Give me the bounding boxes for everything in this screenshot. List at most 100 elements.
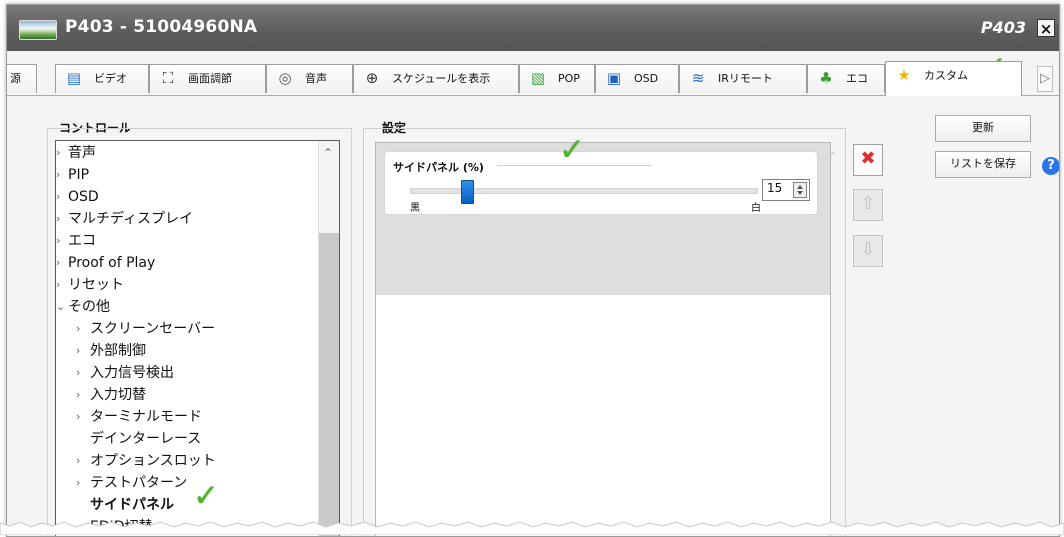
tab-label: エコ bbox=[846, 72, 868, 85]
star-icon: ★ bbox=[897, 66, 911, 84]
close-button[interactable]: × bbox=[1037, 19, 1055, 38]
tree-item-label: 外部制御 bbox=[90, 343, 146, 359]
eco-leaf-icon: ♣ bbox=[819, 69, 833, 87]
tab-schedule[interactable]: ⊕ スケジュールを表示 bbox=[353, 64, 519, 93]
tree-item[interactable]: › Proof of Play bbox=[56, 252, 155, 274]
tab-audio[interactable]: ◎ 音声 bbox=[266, 64, 353, 93]
monitor-logo-icon bbox=[19, 20, 57, 40]
tab-label: IRリモート bbox=[718, 72, 773, 85]
collapsed-chevron-icon[interactable]: › bbox=[76, 472, 88, 494]
tab-ir-remote[interactable]: ≋ IRリモート bbox=[679, 64, 807, 93]
collapsed-chevron-icon[interactable]: › bbox=[56, 230, 68, 252]
tab-custom[interactable]: ★ カスタム bbox=[885, 61, 1022, 96]
expanded-chevron-icon[interactable]: ⌄ bbox=[56, 296, 68, 318]
tree-item[interactable]: › 入力切替 bbox=[56, 384, 146, 406]
tree-item-label: リセット bbox=[68, 277, 124, 293]
tab-pop[interactable]: ▧ POP bbox=[519, 64, 595, 93]
tree-item[interactable]: › リセット bbox=[56, 274, 124, 296]
video-icon: ▤ bbox=[66, 69, 82, 87]
main-tabs: 源 ▤ ビデオ ⛶ 画面調節 ◎ 音声 ⊕ スケジュールを表示 ▧ POP ▣ … bbox=[7, 53, 1059, 96]
tree-item-label: スクリーンセーバー bbox=[90, 321, 216, 337]
slider-thumb[interactable] bbox=[461, 180, 474, 204]
tab-video[interactable]: ▤ ビデオ bbox=[55, 64, 149, 93]
tree-item[interactable]: › 入力信号検出 bbox=[56, 362, 174, 384]
tab-osd[interactable]: ▣ OSD bbox=[595, 64, 679, 93]
tree-item-label: 入力信号検出 bbox=[90, 365, 174, 381]
collapsed-chevron-icon[interactable]: › bbox=[56, 186, 68, 208]
move-down-button[interactable]: ⇩ bbox=[853, 235, 883, 267]
tree-item[interactable]: デインターレース bbox=[56, 428, 201, 450]
tab-eco[interactable]: ♣ エコ bbox=[807, 64, 885, 93]
tree-item[interactable]: ⌄ その他 bbox=[56, 296, 110, 318]
tree-item-label: オプションスロット bbox=[90, 453, 216, 469]
collapsed-chevron-icon[interactable]: › bbox=[76, 384, 88, 406]
side-panel-slider[interactable] bbox=[410, 180, 758, 204]
tree-item[interactable]: › スクリーンセーバー bbox=[56, 318, 215, 340]
tree-item-label: PIP bbox=[68, 167, 90, 183]
tab-picture-adjust[interactable]: ⛶ 画面調節 bbox=[149, 64, 266, 93]
tree-item-label: ターミナルモード bbox=[90, 409, 202, 425]
monitor-icon: ▣ bbox=[606, 69, 622, 87]
collapsed-chevron-icon[interactable]: › bbox=[76, 450, 88, 472]
collapsed-chevron-icon[interactable]: › bbox=[56, 208, 68, 230]
collapsed-chevron-icon[interactable]: › bbox=[76, 340, 88, 362]
tree-item-label: マルチディスプレイ bbox=[68, 211, 194, 227]
side-panel-setting-label: サイドパネル (%) bbox=[393, 159, 487, 175]
selected-item-checkmark-icon: ✓ bbox=[193, 478, 219, 514]
collapsed-chevron-icon[interactable]: › bbox=[56, 164, 68, 186]
tab-label: ビデオ bbox=[94, 72, 127, 85]
tree-item[interactable]: › マルチディスプレイ bbox=[56, 208, 193, 230]
tree-item-label: 音声 bbox=[68, 145, 96, 161]
tree-item[interactable]: › オプションスロット bbox=[56, 450, 216, 472]
spin-up-icon[interactable] bbox=[797, 185, 803, 189]
tab-scroll-right-button[interactable]: ▷ bbox=[1037, 66, 1053, 92]
speaker-icon: ◎ bbox=[278, 69, 292, 87]
collapsed-chevron-icon[interactable]: › bbox=[76, 318, 88, 340]
tab-label: 画面調節 bbox=[188, 72, 232, 85]
scroll-up-icon[interactable]: ⌃ bbox=[323, 147, 335, 159]
collapsed-chevron-icon[interactable]: › bbox=[76, 406, 88, 428]
tab-label: カスタム bbox=[924, 69, 968, 82]
update-button[interactable]: 更新 bbox=[935, 115, 1031, 142]
spin-down-icon[interactable] bbox=[797, 191, 803, 195]
help-icon[interactable]: ? bbox=[1042, 157, 1059, 175]
move-up-button[interactable]: ⇧ bbox=[853, 189, 883, 221]
tree-item-label: Proof of Play bbox=[68, 255, 156, 271]
tree-item[interactable]: › PIP bbox=[56, 164, 89, 186]
slider-min-label: 黒 bbox=[410, 203, 420, 214]
tree-scroll-thumb[interactable] bbox=[319, 233, 339, 536]
application-window: P403 - 51004960NA P403 × 源 ▤ ビデオ ⛶ 画面調節 … bbox=[6, 4, 1060, 537]
collapsed-chevron-icon[interactable]: › bbox=[56, 274, 68, 296]
tree-item[interactable]: › ターミナルモード bbox=[56, 406, 202, 428]
tree-item-label: テストパターン bbox=[90, 475, 188, 491]
tab-label: 源 bbox=[10, 72, 21, 85]
tree-item[interactable]: › 外部制御 bbox=[56, 340, 146, 362]
tree-item[interactable]: › テストパターン bbox=[56, 472, 187, 494]
save-list-button[interactable]: リストを保存 bbox=[935, 151, 1031, 178]
collapsed-chevron-icon[interactable]: › bbox=[76, 362, 88, 384]
display-id: P403 bbox=[980, 18, 1026, 37]
tree-scrollbar[interactable]: ⌃ bbox=[318, 141, 339, 536]
tab-source[interactable]: 源 bbox=[7, 64, 37, 93]
add-schedule-icon: ⊕ bbox=[365, 69, 379, 87]
tree-item-label: エコ bbox=[68, 233, 96, 249]
tab-label: 音声 bbox=[305, 72, 327, 85]
collapsed-chevron-icon[interactable]: › bbox=[56, 252, 68, 274]
settings-scroll-up-icon[interactable]: ⌃ bbox=[828, 150, 838, 164]
delete-setting-button[interactable]: ✖ bbox=[853, 144, 883, 176]
tab-label: OSD bbox=[634, 72, 659, 85]
torn-screenshot-edge bbox=[0, 521, 1064, 535]
spinner-buttons[interactable] bbox=[793, 182, 807, 198]
tree-item[interactable]: › エコ bbox=[56, 230, 96, 252]
slider-max-label: 白 bbox=[751, 203, 761, 214]
wireless-icon: ≋ bbox=[691, 69, 705, 87]
tree-item-label: デインターレース bbox=[90, 431, 202, 447]
collapsed-chevron-icon[interactable]: › bbox=[56, 142, 68, 164]
title-bar: P403 - 51004960NA P403 × bbox=[7, 5, 1059, 51]
tab-label: POP bbox=[558, 72, 580, 85]
side-panel-value-spinner[interactable]: 15 bbox=[762, 179, 810, 201]
spinner-value: 15 bbox=[767, 181, 783, 195]
setting-checkmark-icon: ✓ bbox=[559, 132, 585, 168]
tree-item[interactable]: › 音声 bbox=[56, 142, 96, 164]
tree-item[interactable]: › OSD bbox=[56, 186, 99, 208]
